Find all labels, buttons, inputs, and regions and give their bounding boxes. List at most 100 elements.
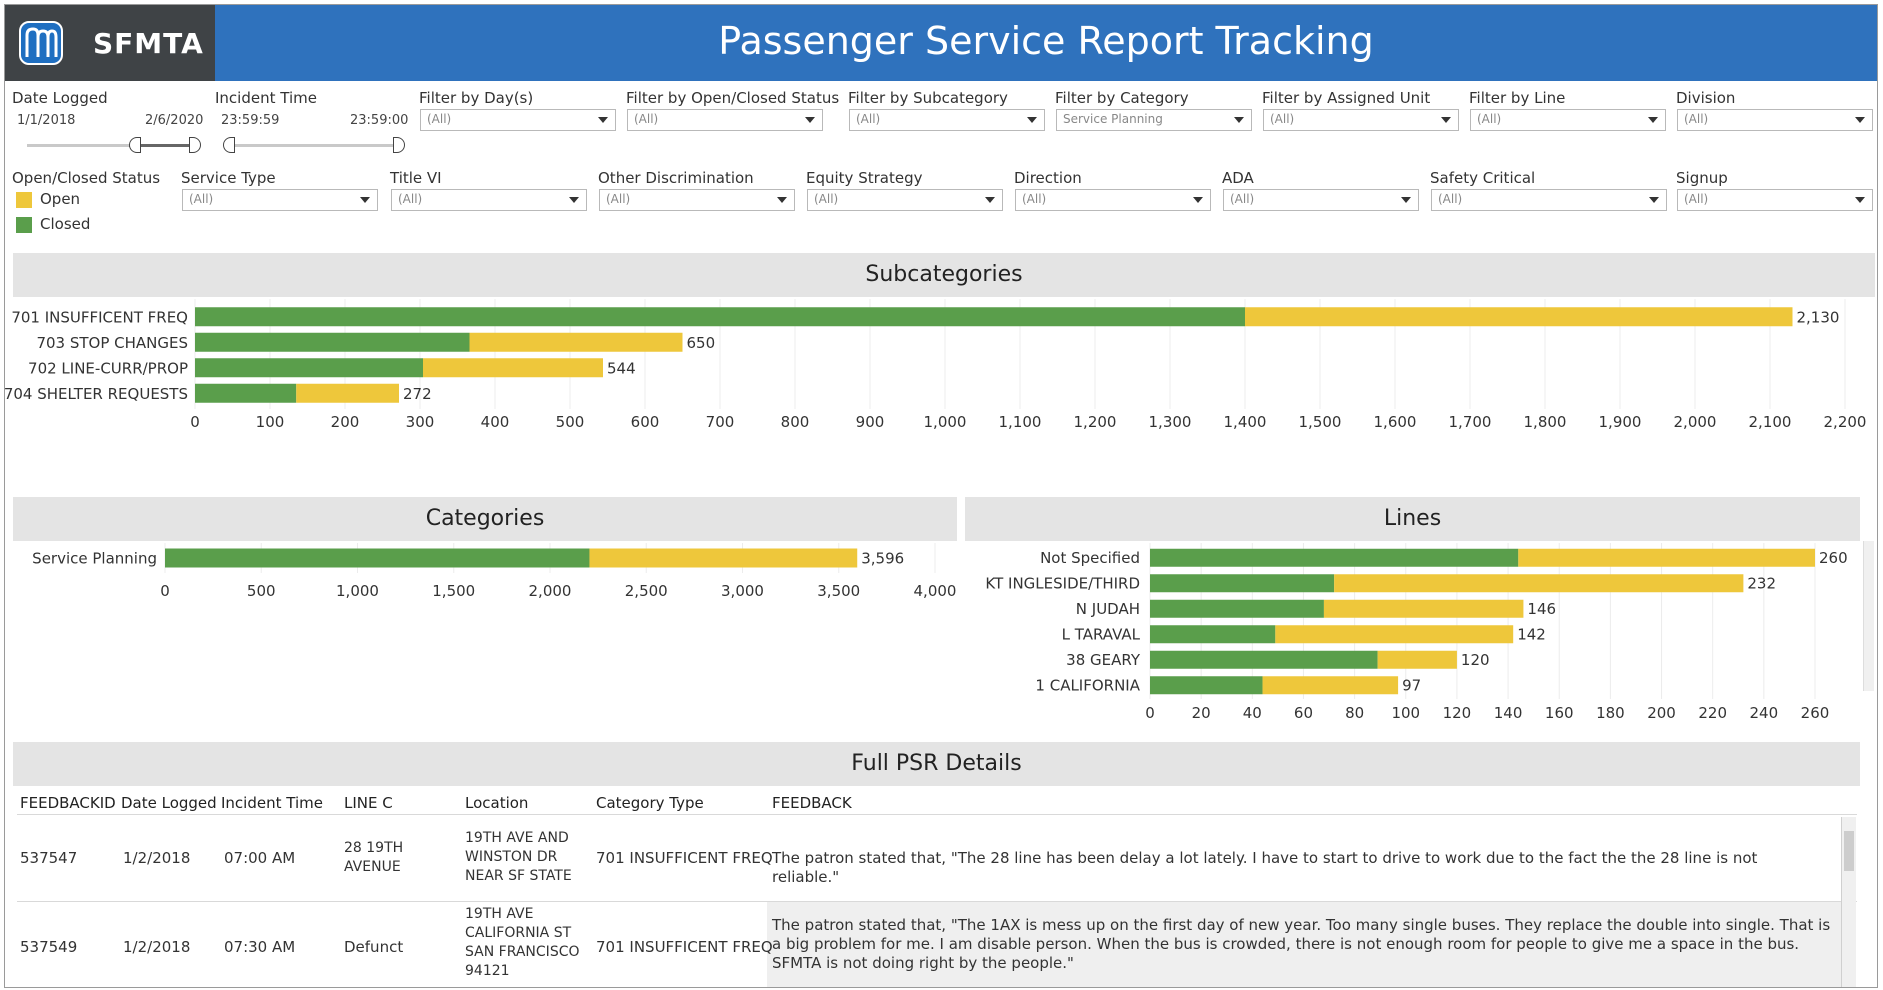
bar-closed[interactable] bbox=[195, 358, 423, 378]
category-label: 1 CALIFORNIA bbox=[1035, 676, 1140, 694]
bar-closed[interactable] bbox=[1150, 574, 1335, 593]
legend-closed-label: Closed bbox=[40, 215, 91, 233]
time-slider-track[interactable] bbox=[225, 144, 400, 147]
bar-closed[interactable] bbox=[1150, 676, 1263, 695]
x-tick-label: 500 bbox=[247, 582, 276, 600]
time-slider-start-handle[interactable] bbox=[223, 137, 235, 153]
header-bar: SFMTA Passenger Service Report Tracking bbox=[5, 5, 1877, 81]
time-slider-end-handle[interactable] bbox=[393, 137, 405, 153]
service-type-label: Service Type bbox=[181, 169, 276, 187]
division-dropdown[interactable]: (All) bbox=[1677, 109, 1873, 131]
bar-open[interactable] bbox=[1323, 599, 1524, 618]
x-tick-label: 20 bbox=[1192, 704, 1211, 722]
signup-label: Signup bbox=[1676, 169, 1728, 187]
filter-unit-dropdown[interactable]: (All) bbox=[1263, 109, 1459, 131]
category-label: Service Planning bbox=[32, 550, 157, 568]
incident-time-end: 23:59:00 bbox=[350, 113, 409, 128]
equity-strategy-dropdown[interactable]: (All) bbox=[807, 189, 1003, 211]
data-label: 544 bbox=[607, 359, 636, 377]
x-tick-label: 100 bbox=[256, 413, 285, 431]
x-tick-label: 0 bbox=[1145, 704, 1155, 722]
x-tick-label: 500 bbox=[556, 413, 585, 431]
table-header-divider bbox=[17, 814, 1857, 815]
bar-open[interactable] bbox=[589, 548, 858, 568]
chevron-down-icon bbox=[1027, 117, 1037, 123]
safety-critical-dropdown[interactable]: (All) bbox=[1431, 189, 1667, 211]
signup-dropdown[interactable]: (All) bbox=[1677, 189, 1873, 211]
lines-header: Lines bbox=[965, 497, 1860, 541]
categories-header: Categories bbox=[13, 497, 957, 541]
table-scrollbar-thumb[interactable] bbox=[1844, 831, 1854, 871]
x-tick-label: 0 bbox=[190, 413, 200, 431]
bar-open[interactable] bbox=[1377, 650, 1457, 669]
x-tick-label: 200 bbox=[1647, 704, 1676, 722]
categories-chart: 0 500 1,000 1,500 2,000 2,500 3,000 3,500 4,000 S… bbox=[32, 543, 957, 600]
bar-closed[interactable] bbox=[165, 548, 590, 568]
x-tick-label: 220 bbox=[1698, 704, 1727, 722]
bar-open[interactable] bbox=[1245, 307, 1793, 327]
subcategories-header: Subcategories bbox=[13, 253, 1875, 297]
x-tick-label: 300 bbox=[406, 413, 435, 431]
title-vi-dropdown[interactable]: (All) bbox=[391, 189, 587, 211]
lines-scrollbar[interactable] bbox=[1863, 541, 1874, 691]
x-tick-label: 900 bbox=[856, 413, 885, 431]
bar-closed[interactable] bbox=[195, 307, 1245, 327]
date-slider-end-handle[interactable] bbox=[189, 137, 201, 153]
row2-date: 1/2/2018 bbox=[123, 938, 191, 956]
service-type-dropdown[interactable]: (All) bbox=[182, 189, 378, 211]
category-label: 703 STOP CHANGES bbox=[36, 334, 188, 352]
x-tick-label: 80 bbox=[1345, 704, 1364, 722]
filter-days-dropdown[interactable]: (All) bbox=[420, 109, 616, 131]
bar-open[interactable] bbox=[296, 383, 399, 403]
bar-open[interactable] bbox=[1334, 574, 1744, 593]
bar-open[interactable] bbox=[1262, 676, 1399, 695]
equity-strategy-label: Equity Strategy bbox=[806, 169, 923, 187]
x-tick-label: 1,400 bbox=[1224, 413, 1267, 431]
bar-closed[interactable] bbox=[1150, 650, 1378, 669]
row2-category: 701 INSUFFICENT FREQ bbox=[596, 938, 773, 956]
other-discrimination-dropdown[interactable]: (All) bbox=[599, 189, 795, 211]
filter-category-dropdown[interactable]: Service Planning bbox=[1056, 109, 1252, 131]
bar-closed[interactable] bbox=[195, 383, 297, 403]
table-scrollbar[interactable] bbox=[1841, 817, 1856, 987]
ada-dropdown[interactable]: (All) bbox=[1223, 189, 1419, 211]
bar-closed[interactable] bbox=[1150, 599, 1324, 618]
filter-status-dropdown[interactable]: (All) bbox=[627, 109, 823, 131]
data-label: 272 bbox=[403, 385, 432, 403]
x-tick-label: 100 bbox=[1391, 704, 1420, 722]
filter-subcategory-dropdown[interactable]: (All) bbox=[849, 109, 1045, 131]
row2-feedback: The patron stated that, "The 1AX is mess… bbox=[772, 916, 1831, 972]
x-tick-label: 140 bbox=[1494, 704, 1523, 722]
x-tick-label: 1,800 bbox=[1524, 413, 1567, 431]
data-label: 650 bbox=[687, 334, 716, 352]
chevron-down-icon bbox=[569, 197, 579, 203]
bar-open[interactable] bbox=[469, 332, 683, 352]
x-tick-label: 4,000 bbox=[914, 582, 957, 600]
division-label: Division bbox=[1676, 89, 1736, 107]
x-tick-label: 700 bbox=[706, 413, 735, 431]
x-tick-label: 3,000 bbox=[721, 582, 764, 600]
x-tick-label: 240 bbox=[1750, 704, 1779, 722]
bar-closed[interactable] bbox=[1150, 625, 1276, 644]
x-tick-label: 2,200 bbox=[1824, 413, 1867, 431]
category-label: Not Specified bbox=[1040, 549, 1140, 567]
chevron-down-icon bbox=[985, 197, 995, 203]
row1-date: 1/2/2018 bbox=[123, 849, 191, 867]
filter-status-label: Filter by Open/Closed Status bbox=[626, 89, 840, 107]
page-title: Passenger Service Report Tracking bbox=[718, 19, 1374, 63]
bar-open[interactable] bbox=[1275, 625, 1514, 644]
row1-location: 19TH AVE AND WINSTON DR NEAR SF STATE bbox=[465, 830, 572, 884]
x-tick-label: 260 bbox=[1801, 704, 1830, 722]
bar-closed[interactable] bbox=[1150, 548, 1519, 567]
date-slider-start-handle[interactable] bbox=[129, 137, 141, 153]
chevron-down-icon bbox=[777, 197, 787, 203]
chevron-down-icon bbox=[1193, 197, 1203, 203]
direction-dropdown[interactable]: (All) bbox=[1015, 189, 1211, 211]
chevron-down-icon bbox=[1234, 117, 1244, 123]
bar-open[interactable] bbox=[1518, 548, 1815, 567]
bar-open[interactable] bbox=[423, 358, 603, 378]
filter-line-dropdown[interactable]: (All) bbox=[1470, 109, 1666, 131]
safety-critical-label: Safety Critical bbox=[1430, 169, 1536, 187]
lines-chart: 0 20 40 60 80 100 120 140 160 180 200 220 240 260 Not … bbox=[985, 543, 1848, 722]
bar-closed[interactable] bbox=[195, 332, 470, 352]
